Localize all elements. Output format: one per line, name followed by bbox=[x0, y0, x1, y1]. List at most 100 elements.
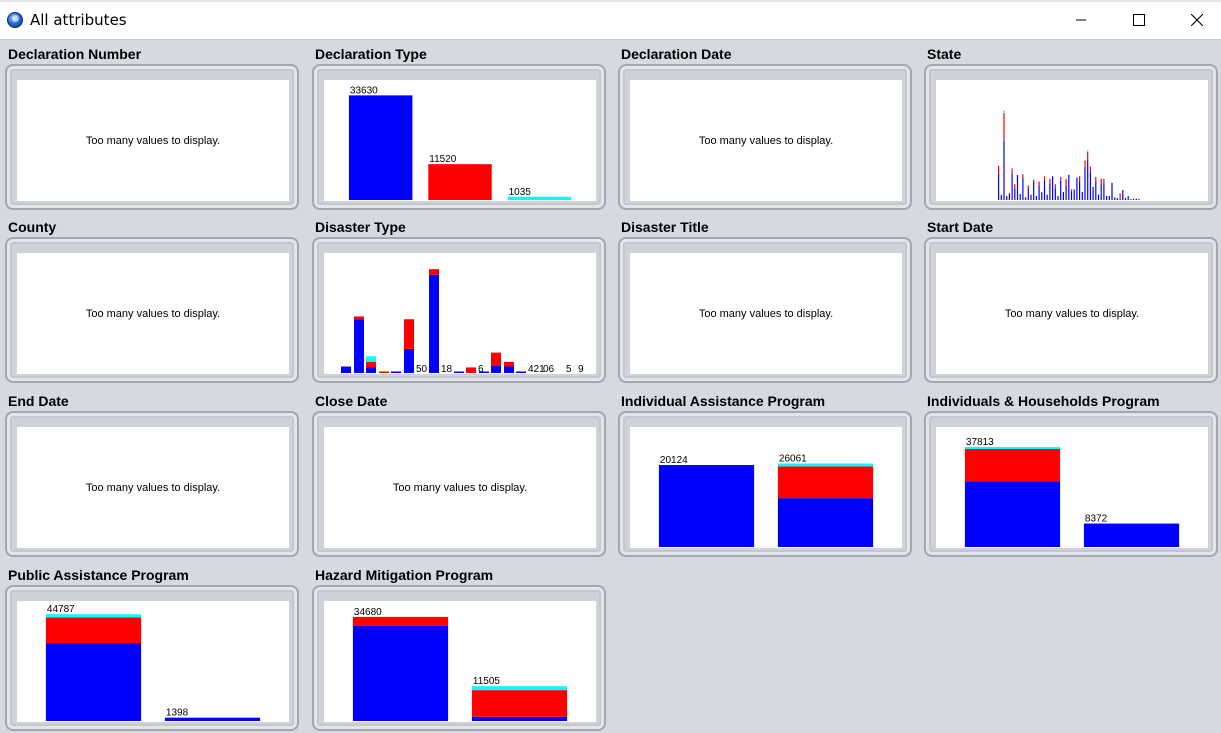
bar-segment-blue bbox=[352, 625, 449, 721]
bar-segment-blue bbox=[1033, 181, 1035, 200]
panel-frame: Too many values to display. bbox=[924, 237, 1218, 383]
panel-county: County Too many values to display. bbox=[5, 215, 301, 389]
bar-segment-blue bbox=[1019, 194, 1021, 200]
bar-segment-blue bbox=[1127, 196, 1129, 200]
too-many-values-message: Too many values to display. bbox=[698, 307, 834, 320]
plot-area[interactable]: Too many values to display. bbox=[17, 253, 289, 374]
background-window-strip bbox=[0, 0, 1221, 2]
bar-segment-red bbox=[428, 164, 492, 200]
bar-segment-red bbox=[1060, 176, 1062, 181]
bar-segment-red bbox=[1054, 184, 1056, 189]
bar-segment-blue bbox=[1122, 190, 1124, 200]
bar-segment-blue bbox=[777, 498, 874, 547]
minimize-button[interactable] bbox=[1052, 0, 1110, 40]
panel-state: State bbox=[924, 42, 1220, 216]
bar-segment-red bbox=[1079, 176, 1081, 182]
panel-title: Declaration Type bbox=[315, 46, 427, 62]
panel-title: Declaration Date bbox=[621, 46, 732, 62]
bar-segment-blue bbox=[1062, 192, 1064, 200]
plot-area[interactable]: Too many values to display. bbox=[17, 80, 289, 201]
bar-segment-blue bbox=[1103, 183, 1105, 200]
bar-segment-blue bbox=[366, 367, 376, 373]
too-many-values-message: Too many values to display. bbox=[85, 307, 221, 320]
panel-frame: Too many values to display. bbox=[5, 237, 299, 383]
bar-value-label: 18 bbox=[441, 364, 453, 374]
bar-segment-blue bbox=[454, 371, 464, 373]
plot-area[interactable]: Too many values to display. bbox=[17, 427, 289, 548]
panel-frame: Too many values to display. bbox=[5, 411, 299, 557]
bar-segment-blue bbox=[1049, 183, 1051, 200]
bar-value-label: 37813 bbox=[966, 437, 994, 448]
bar-segment-red bbox=[491, 352, 501, 366]
bar-segment-red bbox=[998, 165, 1000, 174]
panel-frame: 34680 11505 bbox=[312, 585, 606, 731]
panel-hazard-mitigation-program: Hazard Mitigation Program 34680 11505 bbox=[312, 563, 608, 733]
panel-frame: Too many values to display. bbox=[618, 64, 912, 210]
bar-segment-blue bbox=[1014, 188, 1016, 200]
panel-disaster-title: Disaster Title Too many values to displa… bbox=[618, 215, 914, 389]
title-bar[interactable]: All attributes bbox=[0, 0, 1221, 40]
bar-value-label: 8372 bbox=[1085, 514, 1108, 525]
panel-declaration-date: Declaration Date Too many values to disp… bbox=[618, 42, 914, 216]
panel-frame: 20124 26061 bbox=[618, 411, 912, 557]
maximize-button[interactable] bbox=[1110, 0, 1168, 40]
panel-frame: Too many values to display. bbox=[618, 237, 912, 383]
bar-segment-red bbox=[504, 361, 514, 367]
bar-segment-blue bbox=[1081, 192, 1083, 200]
close-button[interactable] bbox=[1168, 0, 1221, 40]
bar-segment-blue bbox=[1073, 189, 1075, 200]
bar-segment-blue bbox=[354, 319, 364, 373]
bar-value-label: 1035 bbox=[509, 187, 532, 198]
plot-area[interactable]: 44787 1398 bbox=[17, 601, 289, 722]
bar-value-label: 44787 bbox=[47, 604, 75, 615]
plot-area[interactable]: 50 18 6 421 06 5 9 bbox=[324, 253, 596, 374]
bar-segment-red bbox=[1027, 185, 1029, 189]
bar-segment-blue bbox=[1106, 196, 1108, 200]
bar-segment-red bbox=[964, 449, 1061, 482]
bar-segment-blue bbox=[1016, 174, 1019, 200]
bar-segment-red bbox=[1065, 178, 1067, 186]
panel-declaration-number: Declaration Number Too many values to di… bbox=[5, 42, 301, 216]
plot-area[interactable]: 34680 11505 bbox=[324, 601, 596, 722]
panel-frame: 37813 8372 bbox=[924, 411, 1218, 557]
bar-segment-red bbox=[471, 690, 568, 717]
bar-segment-blue bbox=[491, 365, 501, 373]
close-icon bbox=[1191, 14, 1203, 26]
bar-segment-blue bbox=[1108, 196, 1110, 200]
panel-title: State bbox=[927, 46, 962, 62]
bar-segment-blue bbox=[1022, 178, 1024, 200]
panel-public-assistance-program: Public Assistance Program 44787 1398 bbox=[5, 563, 301, 733]
bar-segment-blue bbox=[1008, 194, 1010, 200]
bar-chart-svg bbox=[998, 110, 1140, 200]
panel-title: Close Date bbox=[315, 393, 388, 409]
too-many-values-message: Too many values to display. bbox=[392, 481, 528, 494]
bar-segment-blue bbox=[1000, 194, 1002, 200]
bar-segment-blue bbox=[348, 95, 413, 200]
bar-segment-blue bbox=[391, 371, 401, 373]
bar-segment-blue bbox=[1087, 160, 1089, 200]
bar-chart-svg: 33630 11520 1035 bbox=[348, 85, 572, 200]
bar-segment-red bbox=[1095, 176, 1097, 182]
bar-value-label: 33630 bbox=[350, 85, 378, 96]
panel-frame bbox=[924, 64, 1218, 210]
plot-area[interactable]: Too many values to display. bbox=[630, 80, 902, 201]
bar-value-label: 11505 bbox=[473, 676, 501, 687]
panel-declaration-type: Declaration Type 33630 11520 1035 bbox=[312, 42, 608, 216]
bar-segment-blue bbox=[1084, 167, 1086, 200]
bar-segment-blue bbox=[341, 366, 351, 373]
panel-individual-assistance-program: Individual Assistance Program 20124 26061 bbox=[618, 389, 914, 563]
plot-area[interactable]: Too many values to display. bbox=[936, 253, 1208, 374]
panel-frame: Too many values to display. bbox=[5, 64, 299, 210]
plot-area[interactable]: Too many values to display. bbox=[630, 253, 902, 374]
plot-area[interactable]: Too many values to display. bbox=[324, 427, 596, 548]
plot-area[interactable]: 20124 26061 bbox=[630, 427, 902, 548]
panel-title: County bbox=[8, 219, 57, 235]
plot-area[interactable]: 37813 8372 bbox=[936, 427, 1208, 548]
bar-segment-red bbox=[366, 361, 376, 368]
plot-area[interactable]: 33630 11520 1035 bbox=[324, 80, 596, 201]
bar-segment-blue bbox=[1043, 180, 1046, 200]
plot-area[interactable] bbox=[936, 80, 1208, 201]
bar-segment-red bbox=[1011, 168, 1013, 174]
panel-title: Declaration Number bbox=[8, 46, 142, 62]
bar-segment-blue bbox=[1138, 199, 1140, 200]
